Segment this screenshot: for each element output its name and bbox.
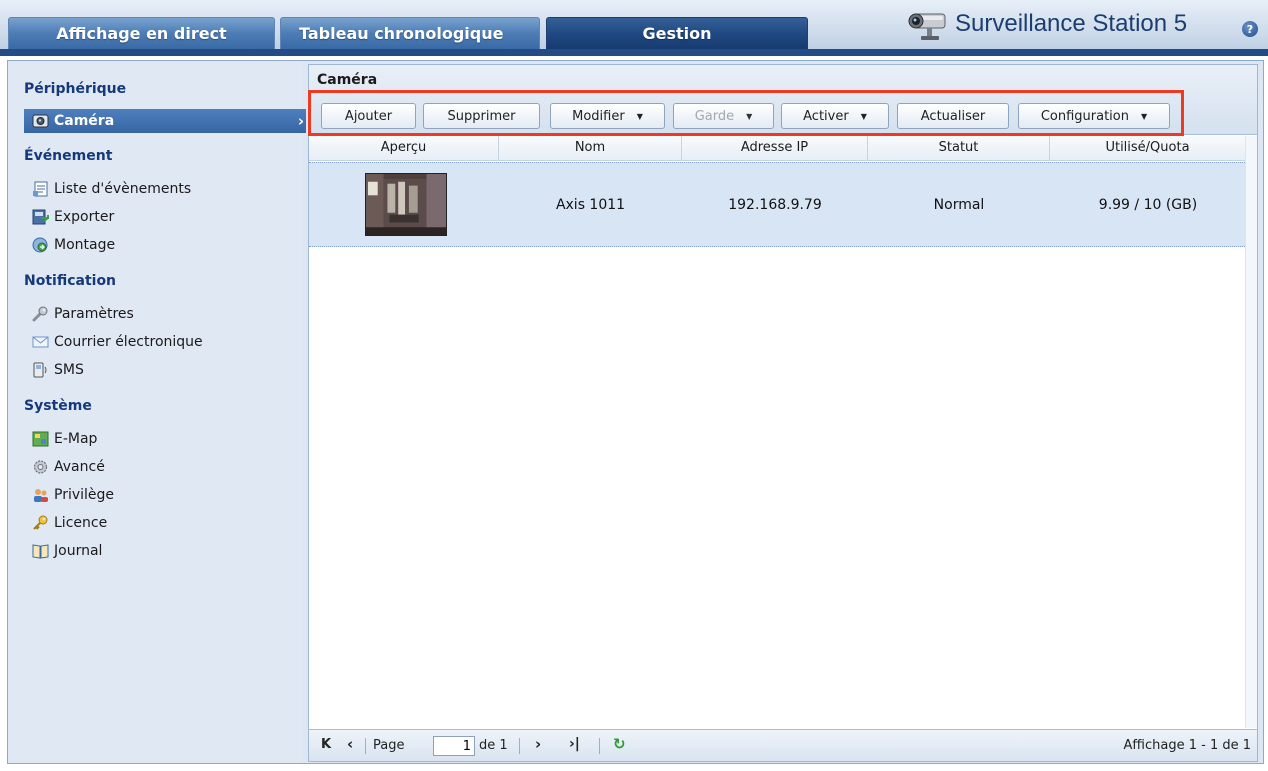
event-list-icon (33, 181, 48, 197)
column-header-name[interactable]: Nom (499, 136, 682, 160)
book-icon (32, 544, 49, 559)
dropdown-arrow-icon: ▼ (1141, 111, 1148, 121)
grid-header: Aperçu Nom Adresse IP Statut Utilisé/Quo… (309, 136, 1257, 161)
sidebar-item-journal[interactable]: Journal (32, 539, 294, 563)
sidebar-item-camera[interactable]: Caméra › (24, 109, 306, 133)
previous-page-icon[interactable]: ‹ (347, 735, 353, 753)
sidebar-item-settings[interactable]: Paramètres (32, 302, 294, 326)
add-button-label: Ajouter (344, 108, 393, 124)
sidebar-item-emap[interactable]: E-Map (32, 427, 294, 451)
sidebar-item-label: Liste d'évènements (54, 181, 192, 197)
page-number-input[interactable] (433, 736, 475, 756)
sidebar-section-peripheral: Périphérique (24, 81, 127, 97)
sidebar-item-license[interactable]: Licence (32, 511, 294, 535)
guard-button-label: Garde (694, 108, 735, 124)
sidebar-item-label: Avancé (54, 459, 105, 475)
camera-panel: Caméra Ajouter Supprimer Modifier ▼ Garde… (308, 64, 1258, 762)
camera-preview-thumbnail (365, 173, 447, 236)
guard-dropdown-button[interactable]: Garde ▼ (673, 103, 774, 129)
add-button[interactable]: Ajouter (321, 103, 416, 129)
emap-icon (32, 431, 49, 447)
refresh-button[interactable]: Actualiser (897, 103, 1009, 129)
gear-icon (33, 460, 48, 474)
panel-title: Caméra (317, 72, 378, 88)
sidebar-item-event-list[interactable]: Liste d'évènements (32, 177, 294, 201)
sidebar-item-label: Journal (54, 543, 103, 559)
page-of-label: de 1 (479, 738, 508, 753)
enable-dropdown-button[interactable]: Activer ▼ (781, 103, 889, 129)
sidebar-item-label: E-Map (54, 431, 98, 447)
camera-name-cell: Axis 1011 (555, 197, 626, 213)
paging-toolbar: K ‹ Page de 1 › ›| ↻ Affichage 1 - 1 de … (309, 729, 1257, 761)
tab-management[interactable]: Gestion (546, 17, 808, 49)
camera-quota-cell: 9.99 / 10 (GB) (1098, 197, 1198, 213)
reload-icon[interactable]: ↻ (613, 735, 626, 753)
sidebar-item-label: Courrier électronique (54, 334, 203, 350)
refresh-button-label: Actualiser (920, 108, 986, 124)
sidebar-item-label: SMS (54, 362, 84, 378)
first-page-icon[interactable]: K (321, 737, 331, 752)
sidebar-item-label: Licence (54, 515, 108, 531)
camera-ip-cell: 192.168.9.79 (728, 197, 822, 213)
sidebar-section-system: Système (24, 398, 92, 414)
table-row[interactable]: Axis 1011 192.168.9.79 Normal 9.99 / 10 … (309, 162, 1247, 247)
sms-phone-icon (33, 362, 47, 378)
next-page-icon[interactable]: › (535, 735, 541, 753)
display-count: Affichage 1 - 1 de 1 (1123, 738, 1251, 753)
tab-live-view[interactable]: Affichage en direct (8, 17, 275, 49)
paging-separator (365, 738, 366, 754)
header-divider (0, 49, 1268, 56)
sidebar-section-event: Événement (24, 148, 113, 164)
export-icon (32, 209, 49, 225)
page-label: Page (373, 738, 405, 753)
app-title: Surveillance Station 5 (955, 10, 1188, 37)
camera-status-cell: Normal (933, 197, 985, 213)
delete-button-label: Supprimer (447, 108, 516, 124)
grid-scrollbar[interactable] (1245, 136, 1257, 728)
camera-icon (32, 114, 49, 128)
last-page-icon[interactable]: ›| (569, 736, 580, 752)
column-header-quota[interactable]: Utilisé/Quota (1050, 136, 1246, 160)
dropdown-arrow-icon: ▼ (636, 111, 643, 121)
edit-dropdown-button[interactable]: Modifier ▼ (550, 103, 665, 129)
delete-button[interactable]: Supprimer (423, 103, 540, 129)
sidebar-item-label: Paramètres (54, 306, 134, 322)
help-icon[interactable]: ? (1242, 21, 1258, 37)
dropdown-arrow-icon: ▼ (860, 111, 867, 121)
tab-timeline[interactable]: Tableau chronologique (280, 17, 540, 49)
sidebar-item-advanced[interactable]: Avancé (32, 455, 294, 479)
sidebar-item-label: Privilège (54, 487, 115, 503)
sidebar-item-montage[interactable]: Montage (32, 233, 294, 257)
sidebar-item-privilege[interactable]: Privilège (32, 483, 294, 507)
users-icon (34, 489, 48, 502)
envelope-icon (32, 336, 49, 348)
edit-button-label: Modifier (572, 108, 625, 124)
sidebar-item-label: Montage (54, 237, 116, 253)
montage-icon (32, 237, 48, 253)
sidebar-item-label: Caméra (54, 113, 115, 129)
dropdown-arrow-icon: ▼ (746, 111, 753, 121)
sidebar-section-notification: Notification (24, 273, 117, 289)
column-header-status[interactable]: Statut (868, 136, 1050, 160)
enable-button-label: Activer (803, 108, 849, 124)
sidebar-item-sms[interactable]: SMS (32, 358, 294, 382)
sidebar-item-email[interactable]: Courrier électronique (32, 330, 294, 354)
paging-separator (519, 738, 520, 754)
sidebar: Périphérique Caméra › Événement Liste d'… (8, 61, 306, 763)
camera-logo-icon (908, 13, 946, 40)
paging-separator (599, 738, 600, 754)
configuration-button-label: Configuration (1040, 108, 1129, 124)
column-header-ip[interactable]: Adresse IP (682, 136, 868, 160)
top-header: Affichage en direct Tableau chronologiqu… (0, 0, 1268, 56)
column-header-preview[interactable]: Aperçu (309, 136, 499, 160)
chevron-right-icon: › (297, 112, 304, 130)
sidebar-item-label: Exporter (54, 209, 115, 225)
key-icon (33, 515, 48, 530)
configuration-dropdown-button[interactable]: Configuration ▼ (1018, 103, 1170, 129)
sidebar-item-export[interactable]: Exporter (32, 205, 294, 229)
wrench-icon (32, 306, 48, 322)
